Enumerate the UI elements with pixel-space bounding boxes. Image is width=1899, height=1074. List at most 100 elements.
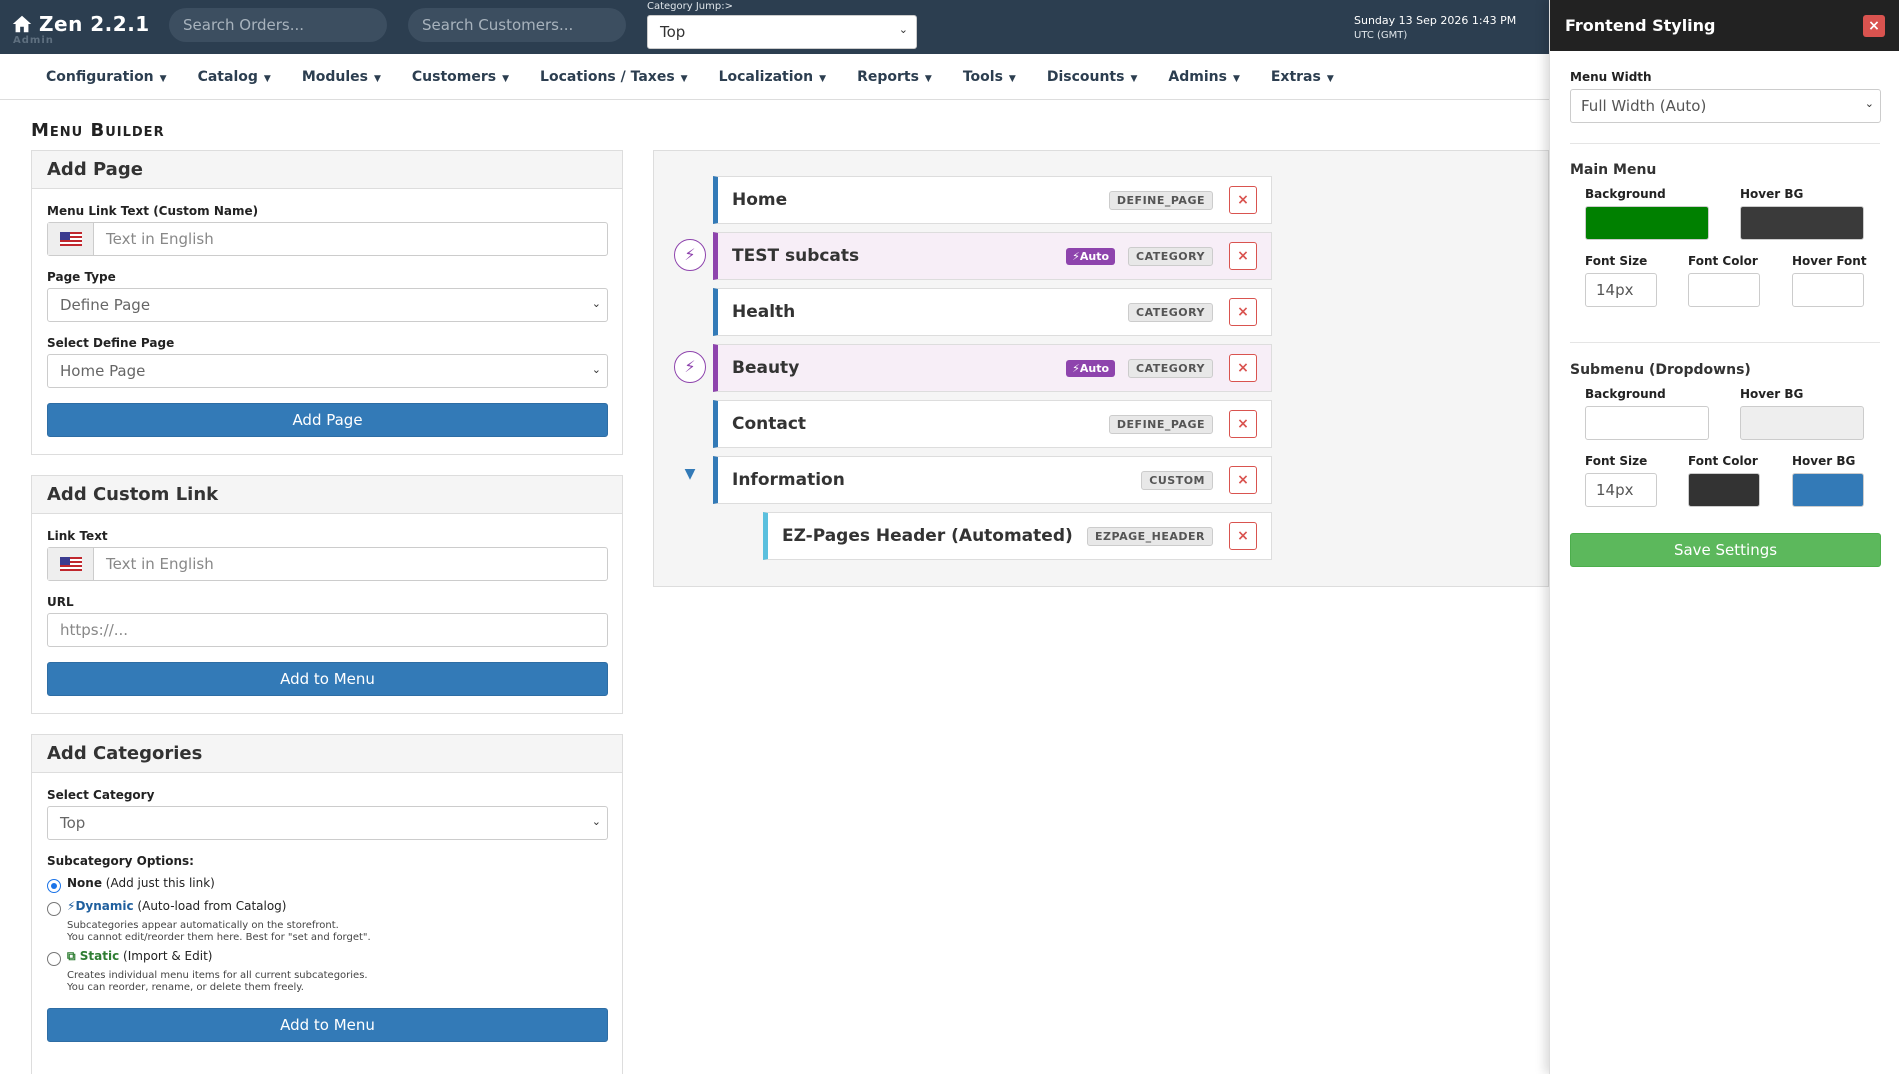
menu-width-select[interactable]: Full Width (Auto) ⌄ xyxy=(1570,89,1881,123)
delete-icon[interactable]: × xyxy=(1229,186,1257,214)
add-categories-heading: Add Categories xyxy=(32,735,622,773)
menu-item[interactable]: Health CATEGORY × xyxy=(713,288,1272,336)
category-jump-select[interactable]: Top ⌄ xyxy=(647,15,917,49)
main-font-size-label: Font Size xyxy=(1585,254,1648,268)
add-page-button[interactable]: Add Page xyxy=(47,403,608,437)
delete-icon[interactable]: × xyxy=(1229,298,1257,326)
add-category-button[interactable]: Add to Menu xyxy=(47,1008,608,1042)
option-none-desc: (Add just this link) xyxy=(105,876,215,890)
nav-tools[interactable]: Tools ▼ xyxy=(963,69,1016,85)
menu-item-label: Beauty xyxy=(732,358,800,378)
sub-bg-color-picker[interactable] xyxy=(1585,406,1709,440)
page-type-select[interactable]: Define Page ⌄ xyxy=(47,288,608,322)
sub-hover-bg2-label: Hover BG xyxy=(1792,454,1856,468)
close-icon[interactable]: × xyxy=(1863,15,1885,37)
chevron-down-icon: ⌄ xyxy=(898,23,908,36)
nav-localization[interactable]: Localization ▼ xyxy=(719,69,826,85)
chevron-down-icon: ⌄ xyxy=(591,815,601,828)
main-hover-bg-color-picker[interactable] xyxy=(1740,206,1864,240)
delete-icon[interactable]: × xyxy=(1229,354,1257,382)
us-flag-icon xyxy=(48,223,94,255)
option-static[interactable]: ⧉ Static (Import & Edit) xyxy=(47,949,607,966)
url-input[interactable]: https://... xyxy=(47,613,608,647)
main-font-color-picker[interactable] xyxy=(1688,273,1760,307)
add-custom-link-panel: Add Custom Link Link Text Text in Englis… xyxy=(31,475,623,714)
link-text-label: Link Text xyxy=(47,529,108,543)
menu-item-label: Information xyxy=(732,470,845,490)
menu-width-label: Menu Width xyxy=(1570,70,1652,84)
radio-static[interactable] xyxy=(47,952,61,966)
delete-icon[interactable]: × xyxy=(1229,522,1257,550)
option-dynamic-title: Dynamic xyxy=(75,899,134,913)
select-category-select[interactable]: Top ⌄ xyxy=(47,806,608,840)
menu-link-text-placeholder: Text in English xyxy=(106,230,214,248)
search-orders-input[interactable]: Search Orders... xyxy=(169,8,387,42)
nav-customers[interactable]: Customers ▼ xyxy=(412,69,509,85)
delete-icon[interactable]: × xyxy=(1229,410,1257,438)
option-none-title: None xyxy=(67,876,102,890)
chevron-down-icon: ⌄ xyxy=(591,363,601,376)
menu-item-child[interactable]: EZ-Pages Header (Automated) EZPAGE_HEADE… xyxy=(763,512,1272,560)
brand[interactable]: Zen 2.2.1 xyxy=(11,12,150,36)
nav-admins[interactable]: Admins ▼ xyxy=(1168,69,1239,85)
link-text-input[interactable]: Text in English xyxy=(47,547,608,581)
define-page-value: Home Page xyxy=(60,362,146,380)
main-nav: Configuration ▼ Catalog ▼ Modules ▼ Custome… xyxy=(0,54,1549,100)
type-badge: CATEGORY xyxy=(1128,302,1213,322)
menu-link-text-input[interactable]: Text in English xyxy=(47,222,608,256)
sub-hover-bg-color-picker[interactable] xyxy=(1740,406,1864,440)
save-settings-button[interactable]: Save Settings xyxy=(1570,533,1881,567)
menu-item[interactable]: TEST subcats ⚡Auto CATEGORY × xyxy=(713,232,1272,280)
menu-width-value: Full Width (Auto) xyxy=(1581,97,1707,115)
sub-bg-label: Background xyxy=(1585,387,1666,401)
main-bg-color-picker[interactable] xyxy=(1585,206,1709,240)
caret-down-icon: ▼ xyxy=(263,73,271,84)
datetime: Sunday 13 Sep 2026 1:43 PM UTC (GMT) xyxy=(1354,13,1516,43)
add-page-panel: Add Page Menu Link Text (Custom Name) Te… xyxy=(31,150,623,455)
radio-dynamic[interactable] xyxy=(47,902,61,916)
menu-item[interactable]: Beauty ⚡Auto CATEGORY × xyxy=(713,344,1272,392)
sub-font-size-input[interactable]: 14px xyxy=(1585,473,1657,507)
menu-item[interactable]: Home DEFINE_PAGE × xyxy=(713,176,1272,224)
add-categories-panel: Add Categories Select Category Top ⌄ Sub… xyxy=(31,734,623,1074)
bolt-icon[interactable]: ⚡ xyxy=(674,239,706,271)
menu-item[interactable]: Contact DEFINE_PAGE × xyxy=(713,400,1272,448)
option-static-title: Static xyxy=(79,949,120,963)
menu-item[interactable]: Information CUSTOM × xyxy=(713,456,1272,504)
link-text-placeholder: Text in English xyxy=(106,555,214,573)
main-hover-font-color-picker[interactable] xyxy=(1792,273,1864,307)
select-category-label: Select Category xyxy=(47,788,155,802)
chevron-down-icon: ⌄ xyxy=(1864,97,1874,110)
nav-configuration[interactable]: Configuration ▼ xyxy=(46,69,167,85)
collapse-caret-icon[interactable]: ▼ xyxy=(680,466,700,486)
select-category-value: Top xyxy=(60,814,86,832)
nav-locations-taxes[interactable]: Locations / Taxes ▼ xyxy=(540,69,688,85)
sub-hover-color-picker[interactable] xyxy=(1792,473,1864,507)
define-page-select[interactable]: Home Page ⌄ xyxy=(47,354,608,388)
caret-down-icon: ▼ xyxy=(159,73,167,84)
nav-catalog[interactable]: Catalog ▼ xyxy=(198,69,271,85)
page-title: Menu Builder xyxy=(31,120,165,141)
add-custom-link-button[interactable]: Add to Menu xyxy=(47,662,608,696)
nav-extras[interactable]: Extras ▼ xyxy=(1271,69,1334,85)
sub-font-color-picker[interactable] xyxy=(1688,473,1760,507)
main-font-size-input[interactable]: 14px xyxy=(1585,273,1657,307)
caret-down-icon: ▼ xyxy=(1232,73,1240,84)
nav-discounts[interactable]: Discounts ▼ xyxy=(1047,69,1138,85)
delete-icon[interactable]: × xyxy=(1229,466,1257,494)
option-none[interactable]: None (Add just this link) xyxy=(47,876,607,893)
bolt-icon[interactable]: ⚡ xyxy=(674,351,706,383)
nav-modules[interactable]: Modules ▼ xyxy=(302,69,381,85)
type-badge: CATEGORY xyxy=(1128,358,1213,378)
us-flag-icon xyxy=(48,548,94,580)
auto-badge: ⚡Auto xyxy=(1066,247,1116,265)
option-dynamic[interactable]: ⚡Dynamic (Auto-load from Catalog) xyxy=(47,899,607,916)
radio-none[interactable] xyxy=(47,879,61,893)
styling-panel-title: Frontend Styling xyxy=(1565,16,1716,35)
delete-icon[interactable]: × xyxy=(1229,242,1257,270)
caret-down-icon: ▼ xyxy=(680,73,688,84)
search-customers-input[interactable]: Search Customers... xyxy=(408,8,626,42)
auto-badge: ⚡Auto xyxy=(1066,359,1116,377)
nav-reports[interactable]: Reports ▼ xyxy=(857,69,932,85)
chevron-down-icon: ⌄ xyxy=(591,297,601,310)
